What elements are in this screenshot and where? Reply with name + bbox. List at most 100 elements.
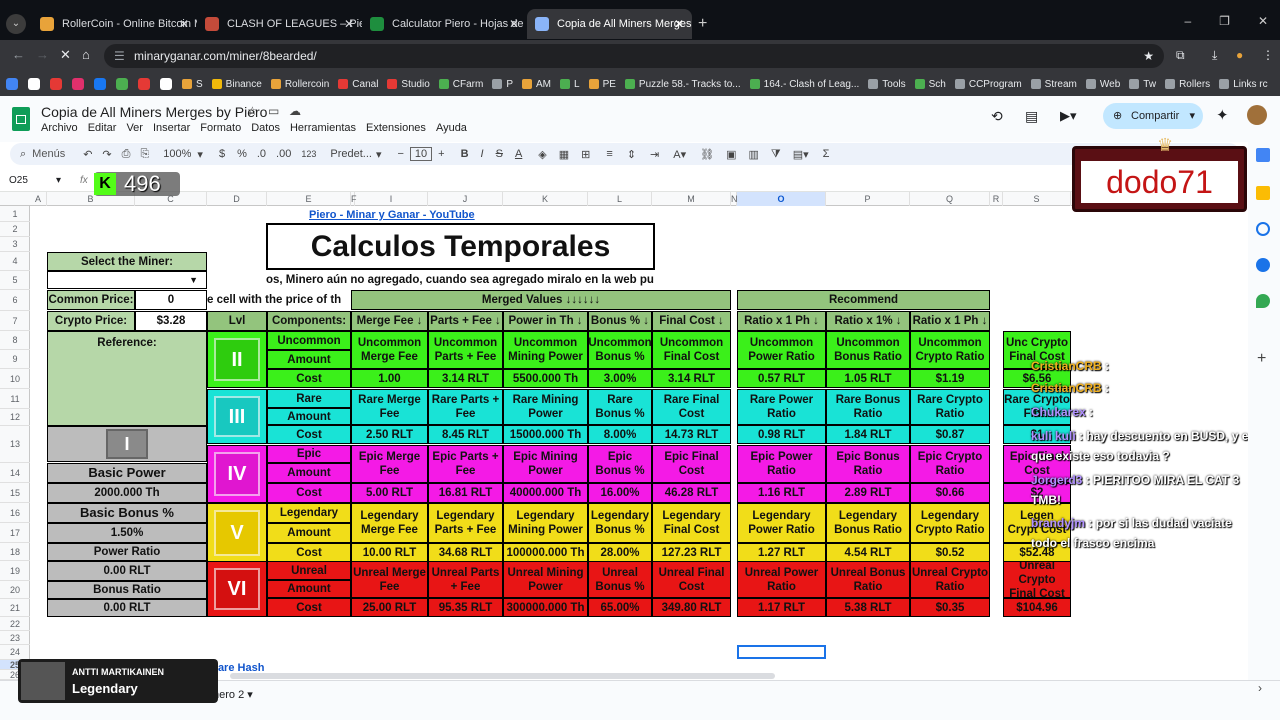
browser-tab[interactable]: RollerCoin - Online Bitcoin Mini✕ (32, 9, 197, 39)
bookmark-item[interactable]: PE (588, 79, 616, 90)
menu-archivo[interactable]: Archivo (41, 122, 78, 134)
doc-title[interactable]: Copia de All Miners Merges by Piero (41, 104, 267, 120)
menu-extensiones[interactable]: Extensiones (366, 122, 426, 134)
row-header[interactable]: 7 (0, 311, 30, 331)
minimize-icon[interactable]: – (1184, 14, 1191, 28)
row-header[interactable]: 15 (0, 483, 30, 503)
column-header[interactable]: R (990, 192, 1003, 206)
menu-insertar[interactable]: Insertar (153, 122, 190, 134)
home-icon[interactable]: ⌂ (82, 47, 90, 62)
gemini-icon[interactable]: ✦ (1216, 106, 1229, 124)
bookmark-item[interactable]: Rollers (1165, 79, 1210, 90)
filter-views-icon[interactable]: ▤▾ (793, 148, 809, 161)
row-header[interactable]: 9 (0, 350, 30, 369)
percent-format[interactable]: % (237, 148, 247, 160)
row-header[interactable]: 14 (0, 463, 30, 483)
selected-cell[interactable] (737, 645, 826, 659)
fill-color-icon[interactable]: ◈ (538, 148, 546, 161)
increase-decimal[interactable]: .00 (276, 148, 291, 160)
star-icon[interactable]: ☆ (247, 104, 258, 118)
column-header[interactable]: P (826, 192, 910, 206)
bookmark-item[interactable]: L (560, 79, 580, 90)
menu-herramientas[interactable]: Herramientas (290, 122, 356, 134)
bookmark-favicon-icon[interactable] (72, 78, 84, 90)
column-header[interactable]: E (267, 192, 351, 206)
italic-icon[interactable]: I (481, 148, 484, 160)
comments-icon[interactable]: ▤ (1025, 108, 1038, 125)
row-header[interactable]: 19 (0, 561, 30, 581)
bookmark-item[interactable]: Sch (914, 79, 946, 90)
functions-icon[interactable]: Σ (823, 148, 830, 160)
back-icon[interactable]: ← (12, 47, 25, 62)
browser-tab[interactable]: Calculator Piero - Hojas de cálc✕ (362, 9, 527, 39)
merge-cells-icon[interactable]: ⊞ (581, 148, 590, 161)
rotate-icon[interactable]: A▾ (673, 148, 686, 161)
font-size-decrease[interactable]: − (397, 148, 403, 160)
bookmark-item[interactable]: Rollercoin (270, 79, 329, 90)
bookmark-item[interactable]: Puzzle 58.- Tracks to... (624, 79, 741, 90)
zoom-select[interactable]: 100% (163, 148, 191, 160)
profile-icon[interactable]: ● (1236, 48, 1243, 62)
tab-close-icon[interactable]: ✕ (179, 17, 189, 31)
bookmark-item[interactable]: 164.- Clash of Leag... (749, 79, 859, 90)
add-addon-icon[interactable]: + (1257, 350, 1266, 368)
wrap-icon[interactable]: ⇥ (650, 148, 659, 161)
bookmark-favicon-icon[interactable] (6, 78, 18, 90)
row-header[interactable]: 4 (0, 252, 30, 271)
crypto-price-value[interactable]: $3.28 (135, 311, 207, 331)
row-header[interactable]: 12 (0, 409, 30, 426)
link-icon[interactable]: ⛓ (700, 148, 714, 161)
row-header[interactable]: 20 (0, 581, 30, 599)
bookmark-favicon-icon[interactable] (160, 78, 172, 90)
bookmark-item[interactable]: P (492, 79, 513, 90)
dropdown-arrow-icon[interactable]: ▼ (189, 273, 198, 287)
menu-ver[interactable]: Ver (126, 122, 143, 134)
horizontal-scrollbar[interactable] (230, 673, 775, 679)
history-icon[interactable]: ⟲ (991, 108, 1003, 125)
row-header[interactable]: 3 (0, 237, 30, 252)
miner-select-dropdown[interactable]: ▼ (47, 271, 207, 289)
sheet-tab[interactable]: nero 2 ▾ (213, 688, 253, 701)
search-icon[interactable]: ⌕ (20, 148, 26, 161)
contacts-icon[interactable] (1256, 258, 1270, 272)
undo-icon[interactable]: ↶ (83, 148, 92, 161)
bookmark-item[interactable]: Links rc (1219, 79, 1268, 90)
url-input[interactable]: ☰ minaryganar.com/miner/8bearded/ ★ (104, 44, 1164, 68)
row-header[interactable]: 24 (0, 645, 30, 660)
tab-close-icon[interactable]: ✕ (674, 17, 684, 31)
bookmark-favicon-icon[interactable] (50, 78, 62, 90)
row-header[interactable]: 23 (0, 631, 30, 645)
bookmark-favicon-icon[interactable] (94, 78, 106, 90)
menu-editar[interactable]: Editar (88, 122, 117, 134)
bookmark-item[interactable]: Tw (1129, 79, 1156, 90)
maps-icon[interactable] (1256, 294, 1270, 308)
move-folder-icon[interactable]: ▭ (268, 104, 279, 118)
row-header[interactable]: 10 (0, 369, 30, 389)
row-header[interactable]: 13 (0, 426, 30, 463)
column-header[interactable]: Q (910, 192, 990, 206)
share-dropdown-icon[interactable]: ▾ (1189, 103, 1195, 129)
row-header[interactable]: 5 (0, 271, 30, 290)
sheets-logo-icon[interactable] (12, 107, 30, 131)
restore-icon[interactable]: ❐ (1219, 14, 1230, 28)
tab-close-icon[interactable]: ✕ (509, 17, 519, 31)
column-header[interactable]: K (503, 192, 588, 206)
menu-ayuda[interactable]: Ayuda (436, 122, 467, 134)
youtube-link[interactable]: Piero - Minar y Ganar - YouTube (309, 209, 475, 221)
comment-icon[interactable]: ▣ (726, 148, 736, 161)
bold-icon[interactable]: B (461, 148, 469, 160)
forward-icon[interactable]: → (36, 47, 49, 62)
redo-icon[interactable]: ↷ (102, 148, 111, 161)
column-header[interactable]: M (652, 192, 731, 206)
decrease-decimal[interactable]: .0 (257, 148, 266, 160)
column-header[interactable]: L (588, 192, 652, 206)
column-header[interactable]: D (207, 192, 267, 206)
cloud-status-icon[interactable]: ☁ (289, 104, 301, 118)
currency-format[interactable]: $ (219, 148, 225, 160)
close-window-icon[interactable]: ✕ (1258, 14, 1268, 28)
calendar-icon[interactable] (1256, 148, 1270, 162)
loading-icon[interactable]: ✕ (60, 47, 71, 63)
menu-icon[interactable]: ⋮ (1262, 48, 1274, 62)
bookmark-favicon-icon[interactable] (138, 78, 150, 90)
tasks-icon[interactable] (1256, 222, 1270, 236)
